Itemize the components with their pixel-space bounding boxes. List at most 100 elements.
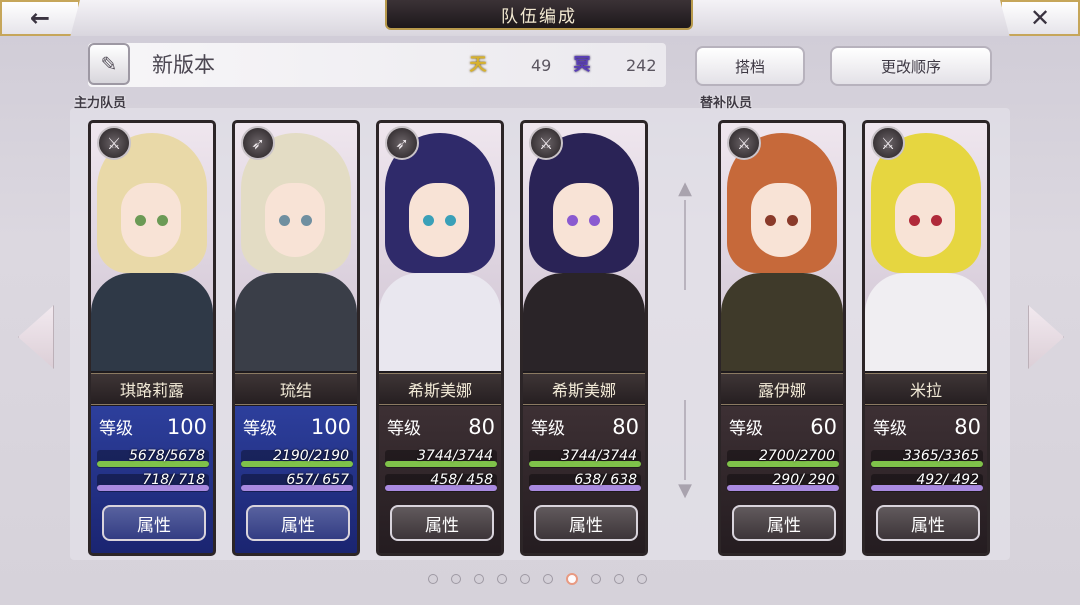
member-card[interactable]: ⚔ 琪路莉露 等级 100 5678/5678 718/ 718 属性 [88, 120, 216, 556]
portrait-eye [787, 215, 798, 226]
character-stats: 等级 100 2190/2190 657/ 657 属性 [235, 406, 357, 553]
sp-value: 638/ 638 [574, 472, 637, 488]
level-row: 等级 100 [99, 414, 207, 439]
member-card[interactable]: ⚔ 米拉 等级 80 3365/3365 492/ 492 属性 [862, 120, 990, 556]
sword-icon: ⚔ [727, 126, 761, 160]
level-value: 80 [468, 415, 495, 439]
portrait-eye [931, 215, 942, 226]
portrait-eye [157, 215, 168, 226]
page-dot[interactable] [591, 574, 601, 584]
portrait-eye [589, 215, 600, 226]
portrait-face [895, 183, 955, 257]
portrait-face [553, 183, 613, 257]
sp-value: 492/ 492 [916, 472, 979, 488]
level-label: 等级 [729, 419, 763, 439]
sword-icon: ⚔ [871, 126, 905, 160]
prev-page-arrow-icon[interactable] [18, 305, 54, 369]
portrait-eye [765, 215, 776, 226]
portrait-eye [567, 215, 578, 226]
page-dot[interactable] [474, 574, 484, 584]
character-name: 米拉 [865, 373, 987, 405]
character-portrait[interactable] [721, 123, 843, 371]
portrait-face [409, 183, 469, 257]
hp-value: 3744/3744 [417, 448, 493, 464]
character-stats: 等级 80 3744/3744 638/ 638 属性 [523, 406, 645, 553]
sp-bar: 638/ 638 [529, 472, 641, 492]
attribute-button[interactable]: 属性 [102, 505, 206, 541]
portrait-outfit [865, 273, 987, 371]
member-card[interactable]: ➶ 希斯美娜等级 80 3744/3744 458/ 458 属性 [376, 120, 504, 556]
member-card[interactable]: ➶ 琉结 等级 100 2190/2190 657/ 657 属性 [232, 120, 360, 556]
swap-down-arrow-icon: ▼ [678, 480, 692, 501]
page-dot[interactable] [497, 574, 507, 584]
character-portrait[interactable] [379, 123, 501, 371]
page-dot[interactable] [451, 574, 461, 584]
level-row: 等级 60 [729, 414, 837, 439]
hp-bar: 5678/5678 [97, 448, 209, 468]
character-stats: 等级 100 5678/5678 718/ 718 属性 [91, 406, 213, 553]
sp-value: 458/ 458 [430, 472, 493, 488]
rename-team-button[interactable]: ✎ [88, 43, 130, 85]
portrait-eye [279, 215, 290, 226]
member-card[interactable]: ⚔ 露伊娜 等级 60 2700/2700 290/ 290 属性 [718, 120, 846, 556]
level-label: 等级 [387, 419, 421, 439]
character-portrait[interactable] [523, 123, 645, 371]
page-dot[interactable] [614, 574, 624, 584]
attribute-button[interactable]: 属性 [246, 505, 350, 541]
hp-value: 5678/5678 [129, 448, 205, 464]
page-dot[interactable] [543, 574, 553, 584]
back-arrow-icon: ← [29, 4, 51, 32]
page-indicator [428, 573, 647, 585]
hp-bar: 3365/3365 [871, 448, 983, 468]
back-button[interactable]: ← [0, 0, 80, 36]
spear-icon: ➶ [385, 126, 419, 160]
swap-up-arrow-icon: ▲ [678, 178, 692, 199]
portrait-face [751, 183, 811, 257]
swap-divider [684, 400, 686, 480]
page-dot[interactable] [428, 574, 438, 584]
character-name: 琪路莉露 [91, 373, 213, 405]
portrait-outfit [379, 273, 501, 371]
portrait-eye [423, 215, 434, 226]
level-row: 等级 100 [243, 414, 351, 439]
character-name: 希斯美娜 [379, 373, 501, 405]
portrait-outfit [721, 273, 843, 371]
close-button[interactable]: ✕ [1000, 0, 1080, 36]
portrait-outfit [91, 273, 213, 371]
portrait-eye [301, 215, 312, 226]
character-portrait[interactable] [235, 123, 357, 371]
level-label: 等级 [99, 419, 133, 439]
character-name: 露伊娜 [721, 373, 843, 405]
underworld-attribute-icon: 冥 [573, 55, 591, 75]
swap-divider [684, 200, 686, 290]
member-card[interactable]: ⚔ 希斯美娜 等级 80 3744/3744 638/ 638 属性 [520, 120, 648, 556]
page-dot[interactable] [520, 574, 530, 584]
character-stats: 等级 80 3744/3744 458/ 458 属性 [379, 406, 501, 553]
next-page-arrow-icon[interactable] [1028, 305, 1064, 369]
spear-icon: ➶ [241, 126, 275, 160]
character-portrait[interactable] [91, 123, 213, 371]
attribute-button[interactable]: 属性 [534, 505, 638, 541]
reorder-button[interactable]: 更改顺序 [830, 46, 992, 86]
pen-icon: ✎ [100, 52, 118, 76]
hp-bar: 2190/2190 [241, 448, 353, 468]
hp-bar: 3744/3744 [529, 448, 641, 468]
level-label: 等级 [243, 419, 277, 439]
hp-bar: 3744/3744 [385, 448, 497, 468]
character-portrait[interactable] [865, 123, 987, 371]
close-icon: ✕ [1029, 4, 1051, 32]
attribute-button[interactable]: 属性 [732, 505, 836, 541]
sp-value: 718/ 718 [142, 472, 205, 488]
sky-attribute-icon: 天 [469, 55, 487, 75]
page-dot[interactable] [637, 574, 647, 584]
portrait-eye [135, 215, 146, 226]
attribute-button[interactable]: 属性 [390, 505, 494, 541]
sword-icon: ⚔ [529, 126, 563, 160]
level-label: 等级 [531, 419, 565, 439]
attribute-button[interactable]: 属性 [876, 505, 980, 541]
hp-bar: 2700/2700 [727, 448, 839, 468]
level-row: 等级 80 [531, 414, 639, 439]
partner-button[interactable]: 搭档 [695, 46, 805, 86]
character-stats: 等级 60 2700/2700 290/ 290 属性 [721, 406, 843, 553]
page-dot[interactable] [566, 573, 578, 585]
